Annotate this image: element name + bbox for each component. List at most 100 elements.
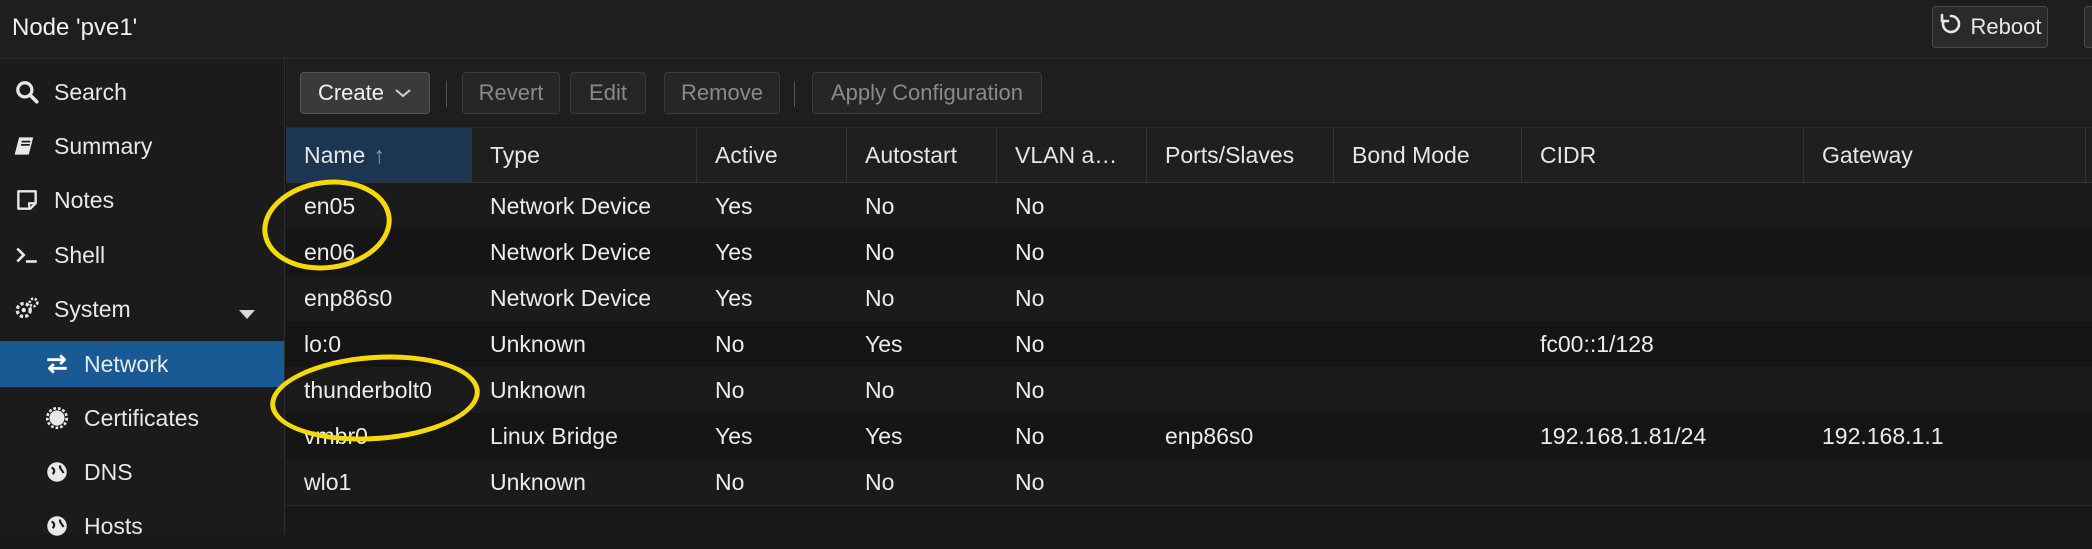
cell-ports-slaves: enp86s0 [1165, 422, 1254, 449]
table-row[interactable]: enp86s0 Network Device Yes No No [286, 275, 2092, 322]
cell-bond-mode [1334, 413, 1352, 459]
cell-autostart: Yes [865, 422, 903, 449]
cell-autostart: No [865, 192, 895, 219]
column-header-cidr[interactable]: CIDR [1522, 128, 1804, 182]
cell-vlan-aware: No [1015, 422, 1045, 449]
cell-type: Unknown [490, 330, 586, 357]
apply-configuration-label: Apply Configuration [830, 80, 1023, 105]
sidebar-item-dns[interactable]: DNS [0, 449, 284, 495]
caret-down-icon[interactable] [237, 300, 257, 327]
terminal-icon [12, 240, 42, 270]
apply-configuration-button[interactable]: Apply Configuration [812, 72, 1042, 114]
cell-gateway [1804, 275, 1822, 321]
table-row[interactable]: wlo1 Unknown No No No [286, 459, 2092, 506]
sidebar-item-label: Shell [54, 241, 106, 268]
column-header-ports-slaves[interactable]: Ports/Slaves [1147, 128, 1334, 182]
column-header-autostart[interactable]: Autostart [847, 128, 997, 182]
column-label: Name [304, 141, 366, 168]
globe-icon [42, 457, 72, 487]
sidebar-item-label: Search [54, 78, 127, 105]
cell-name: wlo1 [304, 468, 352, 495]
cell-vlan-aware: No [1015, 238, 1045, 265]
reboot-icon [1939, 12, 1963, 42]
sidebar-item-network[interactable]: Network [0, 341, 284, 387]
sidebar-item-label: System [54, 295, 131, 322]
sidebar-item-label: Notes [54, 186, 115, 213]
globe-icon [42, 511, 72, 541]
sidebar-item-certificates[interactable]: Certificates [0, 395, 284, 441]
cell-autostart: No [865, 468, 895, 495]
cell-gateway [1804, 459, 1822, 505]
create-button[interactable]: Create [300, 72, 430, 114]
cell-type: Network Device [490, 284, 652, 311]
sidebar-item-label: Hosts [84, 512, 143, 539]
cell-active: Yes [715, 238, 753, 265]
cell-vlan-aware: No [1015, 468, 1045, 495]
cell-cidr [1522, 275, 1540, 321]
cogs-icon [12, 294, 42, 324]
sidebar-item-label: Summary [54, 132, 153, 159]
table-row[interactable]: en05 Network Device Yes No No [286, 183, 2092, 230]
cell-active: No [715, 376, 745, 403]
grid-header: Name ↑ Type Active Autostart VLAN a… Por… [286, 128, 2092, 183]
cell-ports-slaves [1147, 183, 1165, 229]
column-header-bond-mode[interactable]: Bond Mode [1334, 128, 1522, 182]
remove-button[interactable]: Remove [664, 72, 780, 114]
cell-type: Linux Bridge [490, 422, 618, 449]
cell-gateway: 192.168.1.1 [1822, 422, 1944, 449]
cell-ports-slaves [1147, 321, 1165, 367]
cell-cidr [1522, 459, 1540, 505]
table-row[interactable]: vmbr0 Linux Bridge Yes Yes No enp86s0 192.168.… [286, 413, 2092, 460]
remove-label: Remove [681, 80, 763, 105]
cell-vlan-aware: No [1015, 284, 1045, 311]
cell-bond-mode [1334, 367, 1352, 413]
cell-ports-slaves [1147, 275, 1165, 321]
cell-cidr [1522, 367, 1540, 413]
column-header-active[interactable]: Active [697, 128, 847, 182]
create-label: Create [317, 80, 385, 105]
sticky-note-icon [12, 185, 42, 215]
sidebar-item-notes[interactable]: Notes [0, 177, 284, 223]
cell-active: Yes [715, 192, 753, 219]
sidebar: Search Summary Notes Shell System Networ… [0, 59, 285, 539]
reboot-label: Reboot [1970, 14, 2042, 39]
cell-active: Yes [715, 422, 753, 449]
more-button[interactable] [2084, 6, 2092, 48]
page-title: Node 'pve1' [12, 14, 138, 41]
cell-ports-slaves [1147, 367, 1165, 413]
cell-gateway [1804, 229, 1822, 275]
cell-vlan-aware: No [1015, 376, 1045, 403]
cell-autostart: No [865, 238, 895, 265]
edit-button[interactable]: Edit [570, 72, 646, 114]
reboot-button[interactable]: Reboot [1932, 6, 2048, 48]
cell-gateway [1804, 183, 1822, 229]
table-row[interactable]: lo:0 Unknown No Yes No fc00::1/128 [286, 321, 2092, 368]
table-row[interactable]: thunderbolt0 Unknown No No No [286, 367, 2092, 414]
cell-ports-slaves [1147, 229, 1165, 275]
sidebar-item-system[interactable]: System [0, 286, 284, 332]
search-icon [12, 77, 42, 107]
column-header-name[interactable]: Name ↑ [286, 128, 472, 182]
book-icon [12, 131, 42, 161]
table-row[interactable]: en06 Network Device Yes No No [286, 229, 2092, 276]
cell-vlan-aware: No [1015, 192, 1045, 219]
revert-button[interactable]: Revert [462, 72, 560, 114]
cell-gateway [1804, 367, 1822, 413]
revert-label: Revert [478, 80, 544, 105]
sidebar-item-summary[interactable]: Summary [0, 123, 284, 169]
cell-gateway [1804, 321, 1822, 367]
sort-ascending-icon: ↑ [373, 141, 385, 168]
sidebar-item-hosts[interactable]: Hosts [0, 503, 284, 549]
column-header-vlan-aware[interactable]: VLAN a… [997, 128, 1147, 182]
cell-bond-mode [1334, 229, 1352, 275]
sidebar-item-label: Network [84, 350, 169, 377]
sidebar-item-search[interactable]: Search [0, 69, 284, 115]
column-header-type[interactable]: Type [472, 128, 697, 182]
exchange-icon [42, 349, 72, 379]
column-header-gateway[interactable]: Gateway [1804, 128, 2086, 182]
sidebar-item-shell[interactable]: Shell [0, 232, 284, 278]
sidebar-item-label: Certificates [84, 404, 200, 431]
cell-active: Yes [715, 284, 753, 311]
cell-cidr [1522, 229, 1540, 275]
cell-name: enp86s0 [304, 284, 393, 311]
